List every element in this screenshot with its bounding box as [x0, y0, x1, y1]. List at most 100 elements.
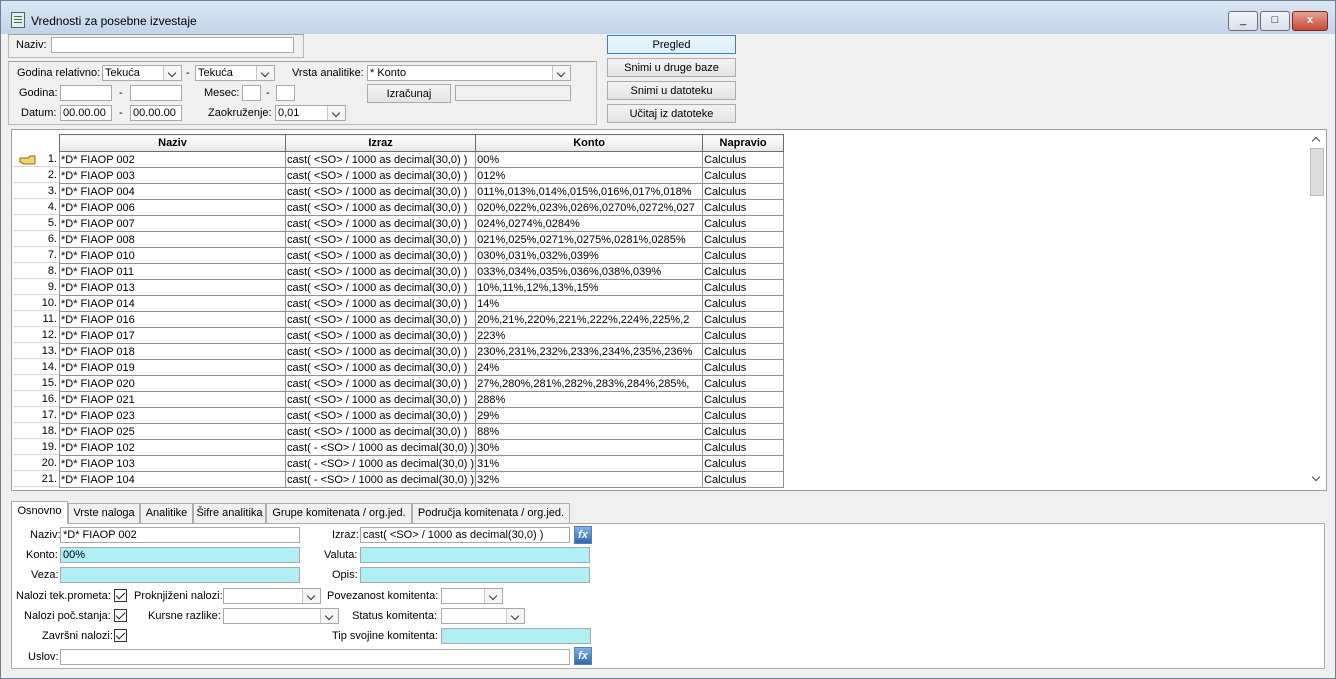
uslov-fx-icon[interactable]: fx: [574, 647, 592, 665]
cell-naziv[interactable]: *D* FIAOP 102: [59, 439, 286, 456]
tab-analitike[interactable]: Analitike: [140, 503, 193, 523]
cell-napravio[interactable]: Calculus: [702, 359, 785, 376]
table-row[interactable]: *D* FIAOP 006 cast( <SO> / 1000 as decima…: [59, 199, 785, 216]
cell-izraz[interactable]: cast( <SO> / 1000 as decimal(30,0) ): [284, 295, 477, 312]
column-header-konto[interactable]: Konto: [475, 134, 704, 152]
cell-napravio[interactable]: Calculus: [702, 183, 785, 200]
cell-izraz[interactable]: cast( <SO> / 1000 as decimal(30,0) ): [284, 407, 477, 424]
cell-naziv[interactable]: *D* FIAOP 003: [59, 167, 286, 184]
snimi-druge-baze-button[interactable]: Snimi u druge baze: [607, 58, 736, 77]
table-row[interactable]: *D* FIAOP 103 cast( - <SO> / 1000 as deci…: [59, 455, 785, 472]
cell-konto[interactable]: 00%: [475, 151, 704, 168]
mesec-to-input[interactable]: [276, 85, 295, 101]
cell-izraz[interactable]: cast( - <SO> / 1000 as decimal(30,0) ): [284, 471, 477, 488]
table-row[interactable]: *D* FIAOP 016 cast( <SO> / 1000 as decima…: [59, 311, 785, 328]
zaokruzenje-select[interactable]: 0,01: [275, 105, 346, 121]
tab-grupe-komitenata[interactable]: Grupe komitenata / org.jed.: [266, 503, 412, 523]
table-row[interactable]: *D* FIAOP 020 cast( <SO> / 1000 as decima…: [59, 375, 785, 392]
cell-izraz[interactable]: cast( <SO> / 1000 as decimal(30,0) ): [284, 391, 477, 408]
tab-podrucja-komitenata[interactable]: Područja komitenata / org.jed.: [412, 503, 570, 523]
cell-izraz[interactable]: cast( <SO> / 1000 as decimal(30,0) ): [284, 359, 477, 376]
table-row[interactable]: *D* FIAOP 010 cast( <SO> / 1000 as decima…: [59, 247, 785, 264]
uslov-input[interactable]: [60, 649, 570, 665]
cell-konto[interactable]: 24%: [475, 359, 704, 376]
chevron-down-icon[interactable]: [552, 66, 570, 80]
table-row[interactable]: *D* FIAOP 014 cast( <SO> / 1000 as decima…: [59, 295, 785, 312]
cell-izraz[interactable]: cast( - <SO> / 1000 as decimal(30,0) ): [284, 455, 477, 472]
formula-fx-icon[interactable]: fx: [574, 526, 592, 544]
cell-naziv[interactable]: *D* FIAOP 008: [59, 231, 286, 248]
chevron-down-icon[interactable]: [163, 66, 181, 80]
cell-napravio[interactable]: Calculus: [702, 247, 785, 264]
cell-izraz[interactable]: cast( <SO> / 1000 as decimal(30,0) ): [284, 263, 477, 280]
detail-naziv-input[interactable]: *D* FIAOP 002: [60, 527, 300, 543]
cell-konto[interactable]: 230%,231%,232%,233%,234%,235%,236%: [475, 343, 704, 360]
table-row[interactable]: *D* FIAOP 003 cast( <SO> / 1000 as decima…: [59, 167, 785, 184]
godina-rel-to-select[interactable]: Tekuća: [195, 65, 275, 81]
cell-konto[interactable]: 024%,0274%,0284%: [475, 215, 704, 232]
cell-konto[interactable]: 20%,21%,220%,221%,222%,224%,225%,2: [475, 311, 704, 328]
cell-napravio[interactable]: Calculus: [702, 311, 785, 328]
cell-konto[interactable]: 29%: [475, 407, 704, 424]
scrollbar-thumb[interactable]: [1310, 148, 1324, 196]
cell-konto[interactable]: 10%,11%,12%,13%,15%: [475, 279, 704, 296]
pregled-button[interactable]: Pregled: [607, 35, 736, 54]
cell-napravio[interactable]: Calculus: [702, 263, 785, 280]
column-header-napravio[interactable]: Napravio: [702, 134, 785, 152]
table-row[interactable]: *D* FIAOP 018 cast( <SO> / 1000 as decima…: [59, 343, 785, 360]
cell-naziv[interactable]: *D* FIAOP 014: [59, 295, 286, 312]
table-row[interactable]: *D* FIAOP 002 cast( <SO> / 1000 as decima…: [59, 151, 785, 168]
cell-izraz[interactable]: cast( <SO> / 1000 as decimal(30,0) ): [284, 279, 477, 296]
cell-naziv[interactable]: *D* FIAOP 010: [59, 247, 286, 264]
cell-konto[interactable]: 012%: [475, 167, 704, 184]
tab-vrste-naloga[interactable]: Vrste naloga: [68, 503, 140, 523]
cell-izraz[interactable]: cast( <SO> / 1000 as decimal(30,0) ): [284, 423, 477, 440]
cell-konto[interactable]: 011%,013%,014%,015%,016%,017%,018%: [475, 183, 704, 200]
cell-napravio[interactable]: Calculus: [702, 231, 785, 248]
datum-to-input[interactable]: 00.00.00: [130, 105, 182, 121]
minimize-button[interactable]: _: [1228, 11, 1258, 31]
detail-opis-input[interactable]: [360, 567, 590, 583]
status-select[interactable]: [441, 608, 525, 624]
godina-to-input[interactable]: [130, 85, 182, 101]
cell-naziv[interactable]: *D* FIAOP 011: [59, 263, 286, 280]
cell-konto[interactable]: 30%: [475, 439, 704, 456]
cell-konto[interactable]: 14%: [475, 295, 704, 312]
close-button[interactable]: x: [1292, 11, 1328, 31]
ucitaj-datoteke-button[interactable]: Učitaj iz datoteke: [607, 104, 736, 123]
proknjizeni-select[interactable]: [223, 588, 321, 604]
cell-naziv[interactable]: *D* FIAOP 020: [59, 375, 286, 392]
table-row[interactable]: *D* FIAOP 023 cast( <SO> / 1000 as decima…: [59, 407, 785, 424]
cell-napravio[interactable]: Calculus: [702, 375, 785, 392]
cell-naziv[interactable]: *D* FIAOP 103: [59, 455, 286, 472]
cell-napravio[interactable]: Calculus: [702, 455, 785, 472]
cell-napravio[interactable]: Calculus: [702, 279, 785, 296]
chevron-down-icon[interactable]: [256, 66, 274, 80]
cell-konto[interactable]: 021%,025%,0271%,0275%,0281%,0285%: [475, 231, 704, 248]
cell-naziv[interactable]: *D* FIAOP 013: [59, 279, 286, 296]
cell-konto[interactable]: 27%,280%,281%,282%,283%,284%,285%,: [475, 375, 704, 392]
cell-izraz[interactable]: cast( <SO> / 1000 as decimal(30,0) ): [284, 311, 477, 328]
nalozi-poc-checkbox[interactable]: [114, 609, 127, 622]
cell-konto[interactable]: 31%: [475, 455, 704, 472]
cell-napravio[interactable]: Calculus: [702, 423, 785, 440]
cell-napravio[interactable]: Calculus: [702, 407, 785, 424]
cell-naziv[interactable]: *D* FIAOP 004: [59, 183, 286, 200]
tab-osnovno[interactable]: Osnovno: [11, 501, 68, 524]
table-row[interactable]: *D* FIAOP 104 cast( - <SO> / 1000 as deci…: [59, 471, 785, 488]
tab-sifre-analitika[interactable]: Šifre analitika: [193, 503, 266, 523]
cell-napravio[interactable]: Calculus: [702, 327, 785, 344]
table-row[interactable]: *D* FIAOP 017 cast( <SO> / 1000 as decima…: [59, 327, 785, 344]
table-row[interactable]: *D* FIAOP 021 cast( <SO> / 1000 as decima…: [59, 391, 785, 408]
cell-naziv[interactable]: *D* FIAOP 006: [59, 199, 286, 216]
cell-konto[interactable]: 030%,031%,032%,039%: [475, 247, 704, 264]
nalozi-tek-checkbox[interactable]: [114, 589, 127, 602]
cell-naziv[interactable]: *D* FIAOP 016: [59, 311, 286, 328]
zavrsni-checkbox[interactable]: [114, 629, 127, 642]
cell-izraz[interactable]: cast( <SO> / 1000 as decimal(30,0) ): [284, 231, 477, 248]
cell-izraz[interactable]: cast( <SO> / 1000 as decimal(30,0) ): [284, 215, 477, 232]
cell-naziv[interactable]: *D* FIAOP 025: [59, 423, 286, 440]
column-header-naziv[interactable]: Naziv: [59, 134, 286, 152]
detail-izraz-input[interactable]: cast( <SO> / 1000 as decimal(30,0) ): [360, 527, 570, 543]
cell-napravio[interactable]: Calculus: [702, 391, 785, 408]
